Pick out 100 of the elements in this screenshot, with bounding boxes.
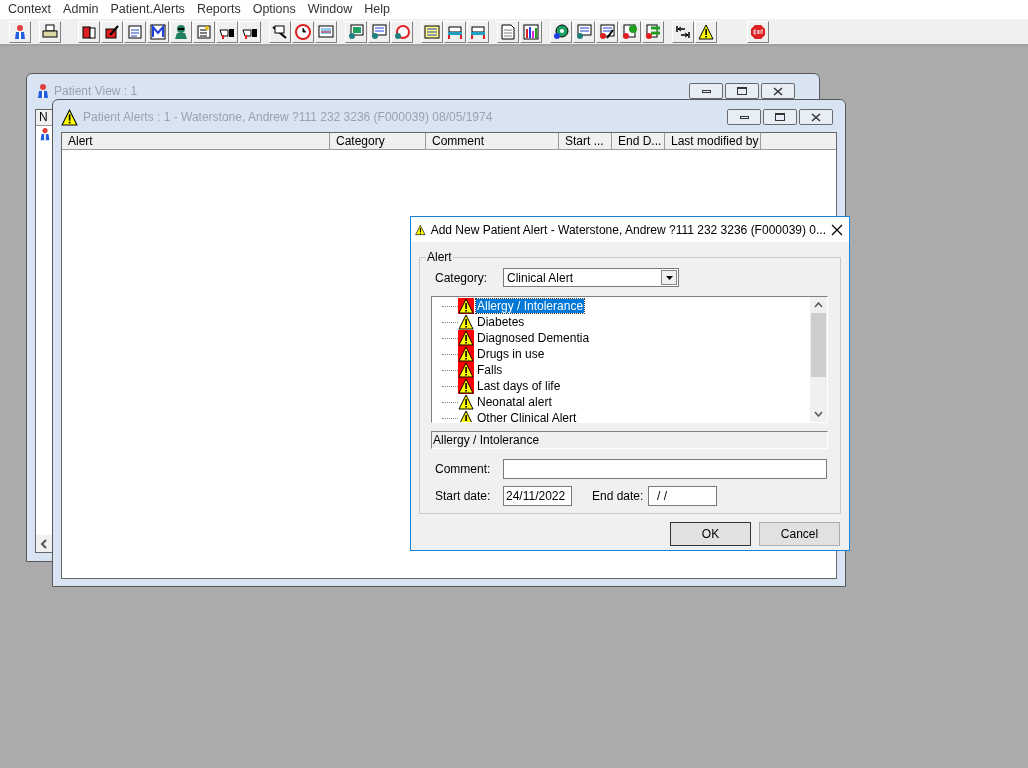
screen-icon <box>348 23 364 40</box>
menu-item[interactable]: Admin <box>57 0 105 19</box>
bed-icon <box>470 23 486 40</box>
warning-button[interactable] <box>695 20 717 43</box>
nurse-icon <box>173 23 189 40</box>
column-header[interactable]: Start ... <box>559 133 612 150</box>
person-icon <box>12 23 28 40</box>
field-label: End date: <box>592 488 645 505</box>
column-header[interactable]: Category <box>330 133 426 150</box>
column-header[interactable]: Comment <box>426 133 559 150</box>
menu-item[interactable]: Options <box>246 0 302 19</box>
cancel-button[interactable]: Cancel <box>759 522 840 546</box>
maximize-button[interactable] <box>763 109 797 125</box>
form-button[interactable] <box>368 20 390 43</box>
notepad-button[interactable] <box>193 20 215 43</box>
monitor-icon <box>318 23 334 40</box>
monitor-button[interactable] <box>315 20 337 43</box>
align-arrows-button[interactable] <box>672 20 694 43</box>
chevron-left-icon <box>40 538 48 549</box>
page-icon <box>500 23 516 40</box>
notepad-icon <box>196 23 212 40</box>
column-header[interactable]: Last modified by <box>665 133 761 150</box>
menu-item[interactable]: Reports <box>190 0 247 19</box>
scroll-left-button[interactable] <box>36 535 52 552</box>
tree-item[interactable]: Diabetes <box>476 315 526 329</box>
comment-field[interactable] <box>503 459 827 479</box>
edit-form-icon <box>599 23 615 40</box>
swap-arrows-icon <box>645 23 661 40</box>
bed-button[interactable] <box>444 20 466 43</box>
close-icon <box>831 223 843 236</box>
minimize-button[interactable] <box>689 83 723 99</box>
maximize-button[interactable] <box>725 83 759 99</box>
tree-item[interactable]: Neonatal alert <box>476 395 553 409</box>
nurse-button[interactable] <box>170 20 192 43</box>
bar-chart-icon <box>523 23 539 40</box>
tree-item[interactable]: Allergy / Intolerance <box>476 299 585 313</box>
minimize-button[interactable] <box>727 109 761 125</box>
menu-item[interactable]: Help <box>358 0 396 19</box>
document-icon <box>127 23 143 40</box>
form-icon <box>371 23 387 40</box>
warning-icon <box>61 108 78 126</box>
form-icon <box>576 23 592 40</box>
disc-icon <box>553 23 569 40</box>
disc-button[interactable] <box>550 20 572 43</box>
end-date-field[interactable]: / / <box>648 486 717 506</box>
field-label: Comment: <box>435 461 492 478</box>
dialog-title: Add New Patient Alert - Waterstone, Andrew ?111 232 3236 (F000039) 0... <box>430 221 826 239</box>
scrollbar[interactable] <box>810 297 827 422</box>
sticky-note-icon <box>424 23 440 40</box>
menu-item[interactable]: Patient.Alerts <box>104 0 191 19</box>
form-button[interactable] <box>573 20 595 43</box>
close-icon <box>811 112 821 122</box>
window-title: Patient Alerts : 1 - Waterstone, Andrew ?111 232 3236 (F000039) 08/05/1974 <box>83 109 493 126</box>
tree-item[interactable]: Drugs in use <box>476 347 546 361</box>
exit-icon <box>750 23 766 40</box>
pen-button[interactable] <box>101 20 123 43</box>
field-label: Start date: <box>435 488 492 505</box>
menu-item[interactable]: Context <box>2 0 58 19</box>
close-icon <box>773 86 783 96</box>
printer-icon <box>42 23 58 40</box>
selected-alert-text: Allergy / Intolerance <box>431 431 828 449</box>
page-button[interactable] <box>497 20 519 43</box>
menu-item[interactable]: Window <box>301 0 359 19</box>
tree-item[interactable]: Falls <box>476 363 504 377</box>
book-icon <box>81 23 97 40</box>
ok-button[interactable]: OK <box>670 522 751 546</box>
column-header[interactable]: Alert <box>62 133 330 150</box>
screen-button[interactable] <box>345 20 367 43</box>
scroll-thumb[interactable] <box>811 313 826 377</box>
printer-button[interactable] <box>39 20 61 43</box>
warning-icon <box>698 23 714 40</box>
letter-m-button[interactable] <box>147 20 169 43</box>
document-button[interactable] <box>124 20 146 43</box>
tree-item[interactable]: Last days of life <box>476 379 562 393</box>
pointing-hand-button[interactable] <box>216 20 238 43</box>
swap-arrows-button[interactable] <box>642 20 664 43</box>
clock-button[interactable] <box>292 20 314 43</box>
category-dropdown[interactable]: Clinical Alert <box>503 268 679 287</box>
pen-icon <box>104 23 120 40</box>
exit-button[interactable] <box>747 20 769 43</box>
bar-chart-button[interactable] <box>520 20 542 43</box>
close-button[interactable] <box>799 109 833 125</box>
field-label: Category: <box>435 269 489 287</box>
pointing-hand-button[interactable] <box>239 20 261 43</box>
clock-icon <box>295 23 311 40</box>
person-icon <box>38 127 52 141</box>
start-date-field[interactable]: 24/11/2022 <box>503 486 572 506</box>
person-button[interactable] <box>9 20 31 43</box>
bed-button[interactable] <box>467 20 489 43</box>
person-icon <box>35 83 51 99</box>
align-arrows-icon <box>675 23 691 40</box>
sticky-note-button[interactable] <box>421 20 443 43</box>
tree-item[interactable]: Other Clinical Alert <box>476 411 578 422</box>
column-header[interactable]: End D... <box>612 133 665 150</box>
book-button[interactable] <box>78 20 100 43</box>
bed-icon <box>447 23 463 40</box>
close-button[interactable] <box>761 83 795 99</box>
group-label: Alert <box>426 250 453 264</box>
tree-item[interactable]: Diagnosed Dementia <box>476 331 591 345</box>
edit-form-button[interactable] <box>596 20 618 43</box>
